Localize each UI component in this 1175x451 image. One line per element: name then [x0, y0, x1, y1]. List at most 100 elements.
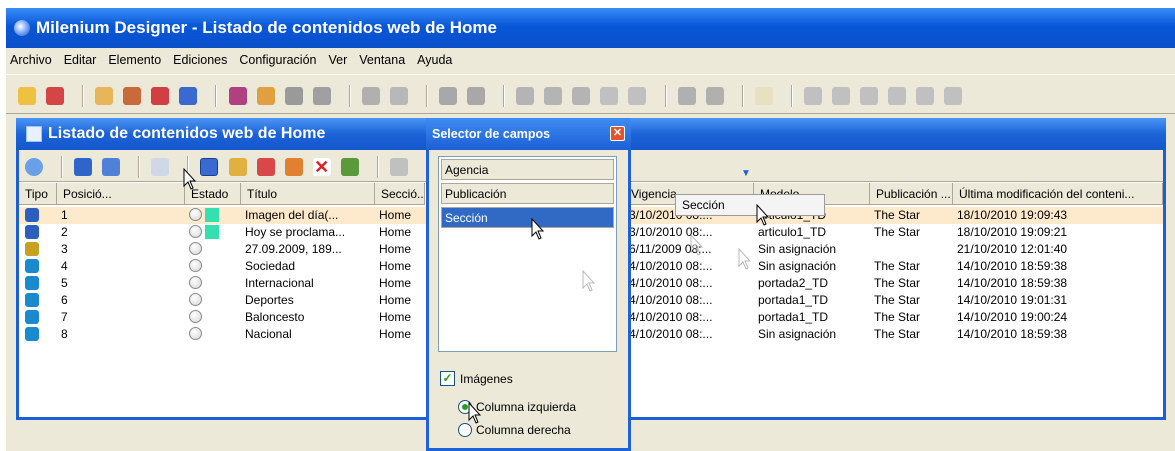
- cell-modificacion: 21/10/2010 12:01:40: [957, 242, 1068, 256]
- spellcheck-icon[interactable]: [705, 87, 724, 105]
- cell-modificacion: 14/10/2010 19:01:31: [957, 293, 1068, 307]
- cell-modificacion: 18/10/2010 19:09:21: [957, 225, 1068, 239]
- view-single-icon[interactable]: [151, 158, 170, 176]
- users-icon[interactable]: [18, 87, 36, 105]
- search-red-icon[interactable]: [46, 87, 65, 105]
- cell-pos: 2: [61, 225, 68, 239]
- app-icon: [14, 20, 30, 36]
- cell-seccion: Home: [379, 276, 412, 290]
- column-header[interactable]: Última modificación del conteni...: [953, 183, 1163, 205]
- cell-seccion: Home: [379, 310, 412, 324]
- field-selector-icon[interactable]: [200, 158, 219, 176]
- cut-icon[interactable]: [516, 87, 535, 105]
- drop-marker-icon: ▼: [741, 168, 751, 179]
- cell-pos: 1: [61, 208, 68, 222]
- edit-icon[interactable]: [228, 158, 247, 176]
- menu-item[interactable]: Ver: [329, 53, 348, 67]
- help-icon[interactable]: [754, 87, 773, 105]
- menu-item[interactable]: Ventana: [359, 53, 405, 67]
- field-list-item[interactable]: Agencia: [441, 159, 614, 180]
- field-list-item[interactable]: Sección: [441, 207, 614, 228]
- cell-modelo: Sin asignación: [758, 242, 837, 256]
- delete-icon[interactable]: ✕: [312, 158, 331, 176]
- cell-titulo: Sociedad: [245, 259, 296, 273]
- cell-modelo: Sin asignación: [758, 259, 837, 273]
- cell-vigencia: 4/10/2010 08:...: [629, 276, 713, 290]
- cell-vigencia: 4/10/2010 08:...: [629, 259, 713, 273]
- field-selector-title: Selector de campos: [432, 127, 551, 141]
- status-circle-icon: [189, 293, 202, 306]
- pencil-icon: [25, 242, 39, 256]
- menu-item[interactable]: Ayuda: [417, 53, 452, 67]
- open-icon[interactable]: [256, 158, 275, 176]
- print-icon[interactable]: [361, 87, 380, 105]
- cell-publicacion: The Star: [874, 276, 921, 290]
- refresh-icon[interactable]: [25, 158, 43, 176]
- tool-c-icon[interactable]: [860, 87, 878, 105]
- copy-icon[interactable]: [544, 87, 563, 105]
- tool-d-icon[interactable]: [888, 87, 907, 105]
- images-checkbox[interactable]: ✓: [440, 371, 455, 386]
- drag-tooltip: Sección: [675, 194, 825, 216]
- new-icon[interactable]: [95, 87, 114, 105]
- status-circle-icon: [189, 259, 202, 272]
- cell-vigencia: 3/10/2010 08:...: [629, 225, 713, 239]
- select-icon[interactable]: [179, 87, 198, 105]
- cell-modelo: Sin asignación: [758, 327, 837, 341]
- window-icon: [26, 126, 42, 142]
- tool-f-icon[interactable]: [944, 87, 963, 105]
- column-header[interactable]: Posició...: [57, 183, 185, 205]
- redo-icon[interactable]: [628, 87, 647, 105]
- cell-pos: 5: [61, 276, 68, 290]
- layout-icon[interactable]: [439, 87, 457, 105]
- preview-icon[interactable]: [389, 87, 408, 105]
- menu-item[interactable]: Configuración: [239, 53, 316, 67]
- menu-item[interactable]: Ediciones: [173, 53, 227, 67]
- undo-icon[interactable]: [600, 87, 619, 105]
- ghost-cursor-icon: [738, 248, 752, 270]
- find-icon[interactable]: [677, 87, 696, 105]
- column-header[interactable]: Tipo: [19, 183, 57, 205]
- view-list-icon[interactable]: [74, 158, 93, 176]
- cell-titulo: Nacional: [245, 327, 292, 341]
- cell-vigencia: 4/10/2010 08:...: [629, 293, 713, 307]
- main-title-bar: Milenium Designer - Listado de contenido…: [6, 8, 1175, 48]
- paste-icon[interactable]: [572, 87, 591, 105]
- menu-item[interactable]: Archivo: [10, 53, 52, 67]
- tool-a-icon[interactable]: [803, 87, 822, 105]
- menu-item[interactable]: Editar: [64, 53, 97, 67]
- field-list-item[interactable]: Publicación: [441, 183, 614, 204]
- save-icon[interactable]: [284, 87, 303, 105]
- insert-row-icon[interactable]: [340, 158, 359, 176]
- list-icon[interactable]: [467, 87, 486, 105]
- cell-pos: 4: [61, 259, 68, 273]
- cursor-icon: [468, 402, 482, 424]
- cell-modelo: portada1_TD: [758, 293, 829, 307]
- page-icon: [25, 293, 39, 307]
- close-icon[interactable]: ✕: [610, 126, 625, 141]
- column-header[interactable]: Secció...: [375, 183, 425, 205]
- delete-doc-icon[interactable]: [151, 87, 170, 105]
- ghost-cursor-icon: [582, 270, 596, 292]
- images-label: Imágenes: [460, 372, 513, 386]
- save-icon[interactable]: [389, 158, 408, 176]
- template-icon[interactable]: [228, 87, 247, 105]
- main-toolbar: [6, 74, 1175, 114]
- page-icon: [25, 310, 39, 324]
- tool-e-icon[interactable]: [916, 87, 935, 105]
- group-icon[interactable]: [123, 87, 142, 105]
- cell-vigencia: 4/10/2010 08:...: [629, 310, 713, 324]
- new-page-icon[interactable]: [256, 87, 275, 105]
- menu-item[interactable]: Elemento: [108, 53, 161, 67]
- left-column-label: Columna izquierda: [476, 400, 577, 414]
- save-all-icon[interactable]: [312, 87, 331, 105]
- cell-publicacion: The Star: [874, 208, 921, 222]
- column-header[interactable]: Título: [241, 183, 375, 205]
- tool-b-icon[interactable]: [831, 87, 850, 105]
- cell-seccion: Home: [379, 259, 412, 273]
- view-details-icon[interactable]: [102, 158, 121, 176]
- cell-modificacion: 14/10/2010 18:59:38: [957, 327, 1068, 341]
- assign-icon[interactable]: [284, 158, 303, 176]
- column-header[interactable]: Publicación ...: [870, 183, 953, 205]
- status-circle-icon: [189, 208, 202, 221]
